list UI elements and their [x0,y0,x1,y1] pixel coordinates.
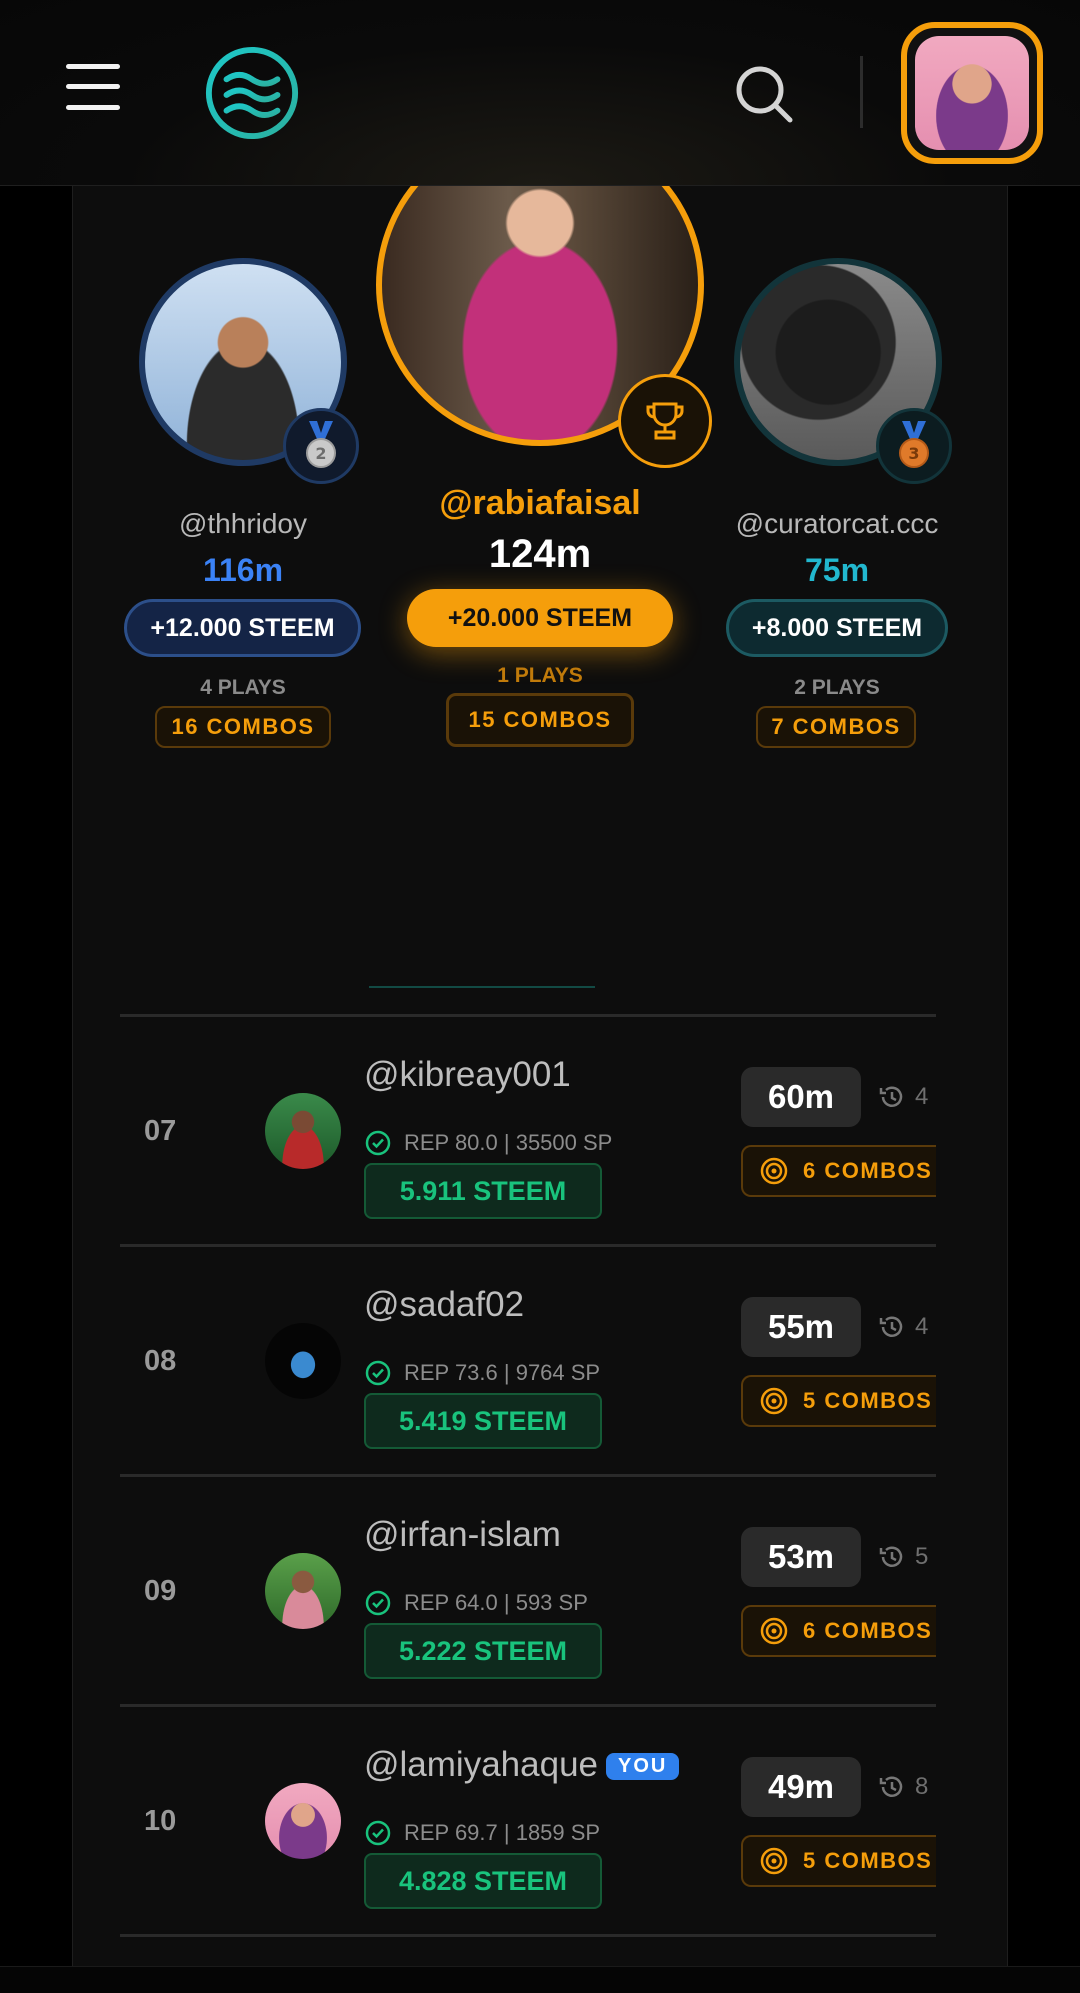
leaderboard-row[interactable]: 09 @irfan-islam REP 64.0 | 593 SP 5.222 … [120,1477,936,1704]
podium-plays: 1 PLAYS [497,664,583,687]
row-history: 4 [877,1067,936,1127]
svg-text:3: 3 [908,444,919,463]
row-steem-reward: 5.911 STEEM [364,1163,602,1219]
avatar[interactable] [265,1783,341,1859]
row-score: 49m [741,1757,861,1817]
search-icon[interactable] [732,62,796,126]
row-score: 60m [741,1067,861,1127]
podium-username[interactable]: @rabiafaisal [410,484,670,523]
row-username[interactable]: @lamiyahaque YOU [364,1745,680,1785]
row-rank: 10 [144,1805,177,1837]
row-username[interactable]: @sadaf02 [364,1285,524,1325]
history-clock-icon [879,1546,903,1567]
podium-underline [369,986,595,988]
header-divider [860,56,863,128]
podium-combos: 15 COMBOS [446,693,634,747]
row-score: 55m [741,1297,861,1357]
history-clock-icon [879,1316,903,1337]
podium-score: 124m [488,532,592,576]
row-rank: 07 [144,1115,177,1147]
verified-check-icon [365,1130,391,1156]
profile-avatar-button[interactable] [901,22,1043,164]
leaderboard-row[interactable]: 07 @kibreay001 REP 80.0 | 35500 SP 5.911… [120,1017,936,1244]
row-history: 4 [877,1297,936,1357]
row-history: 8 [877,1757,936,1817]
avatar [915,36,1029,150]
podium-reward: +20.000 STEEM [407,589,673,647]
verified-check-icon [365,1820,391,1846]
bronze-medal-icon: 3 [876,408,952,484]
row-steem-reward: 5.419 STEEM [364,1393,602,1449]
row-steem-reward: 4.828 STEEM [364,1853,602,1909]
top-header [0,0,1080,186]
trophy-icon [618,374,712,468]
row-steem-reward: 5.222 STEEM [364,1623,602,1679]
history-clock-icon [879,1086,903,1107]
verified-check-icon [365,1360,391,1386]
row-reputation: REP 69.7 | 1859 SP [364,1819,600,1847]
row-username[interactable]: @irfan-islam [364,1515,561,1555]
row-reputation: REP 73.6 | 9764 SP [364,1359,600,1387]
row-rank: 08 [144,1345,177,1377]
podium-plays: 4 PLAYS [200,676,286,699]
row-score: 53m [741,1527,861,1587]
row-combos: 5 COMBOS [741,1835,936,1887]
row-combos: 6 COMBOS [741,1145,936,1197]
history-clock-icon [879,1776,903,1797]
leaderboard-row[interactable]: 08 @sadaf02 REP 73.6 | 9764 SP 5.419 STE… [120,1247,936,1474]
hamburger-menu-icon[interactable] [66,62,124,112]
verified-check-icon [365,1590,391,1616]
row-combos: 6 COMBOS [741,1605,936,1657]
podium-reward: +8.000 STEEM [726,599,948,657]
row-reputation: REP 64.0 | 593 SP [364,1589,588,1617]
avatar[interactable] [265,1553,341,1629]
silver-medal-icon: 2 [283,408,359,484]
avatar[interactable] [265,1323,341,1399]
podium-username[interactable]: @thhridoy [113,508,373,540]
row-username[interactable]: @kibreay001 [364,1055,571,1095]
target-icon [760,1157,788,1185]
svg-text:2: 2 [315,444,326,463]
target-icon [760,1847,788,1875]
podium-reward: +12.000 STEEM [124,599,361,657]
row-reputation: REP 80.0 | 35500 SP [364,1129,612,1157]
avatar[interactable] [265,1093,341,1169]
podium-combos: 7 COMBOS [756,706,916,748]
podium-score: 75m [804,552,870,588]
bottom-edge [0,1966,1080,1993]
podium-combos: 16 COMBOS [155,706,331,748]
podium-plays: 2 PLAYS [794,676,880,699]
you-badge: YOU [606,1753,680,1781]
podium-score: 116m [202,552,284,588]
list-divider [120,1934,936,1937]
wave-logo-icon[interactable] [203,44,301,142]
row-rank: 09 [144,1575,177,1607]
leaderboard-row[interactable]: 10 @lamiyahaque YOU REP 69.7 | 1859 SP 4.… [120,1707,936,1934]
target-icon [760,1387,788,1415]
row-history: 5 [877,1527,936,1587]
target-icon [760,1617,788,1645]
podium-username[interactable]: @curatorcat.ccc [707,508,967,540]
row-combos: 5 COMBOS [741,1375,936,1427]
